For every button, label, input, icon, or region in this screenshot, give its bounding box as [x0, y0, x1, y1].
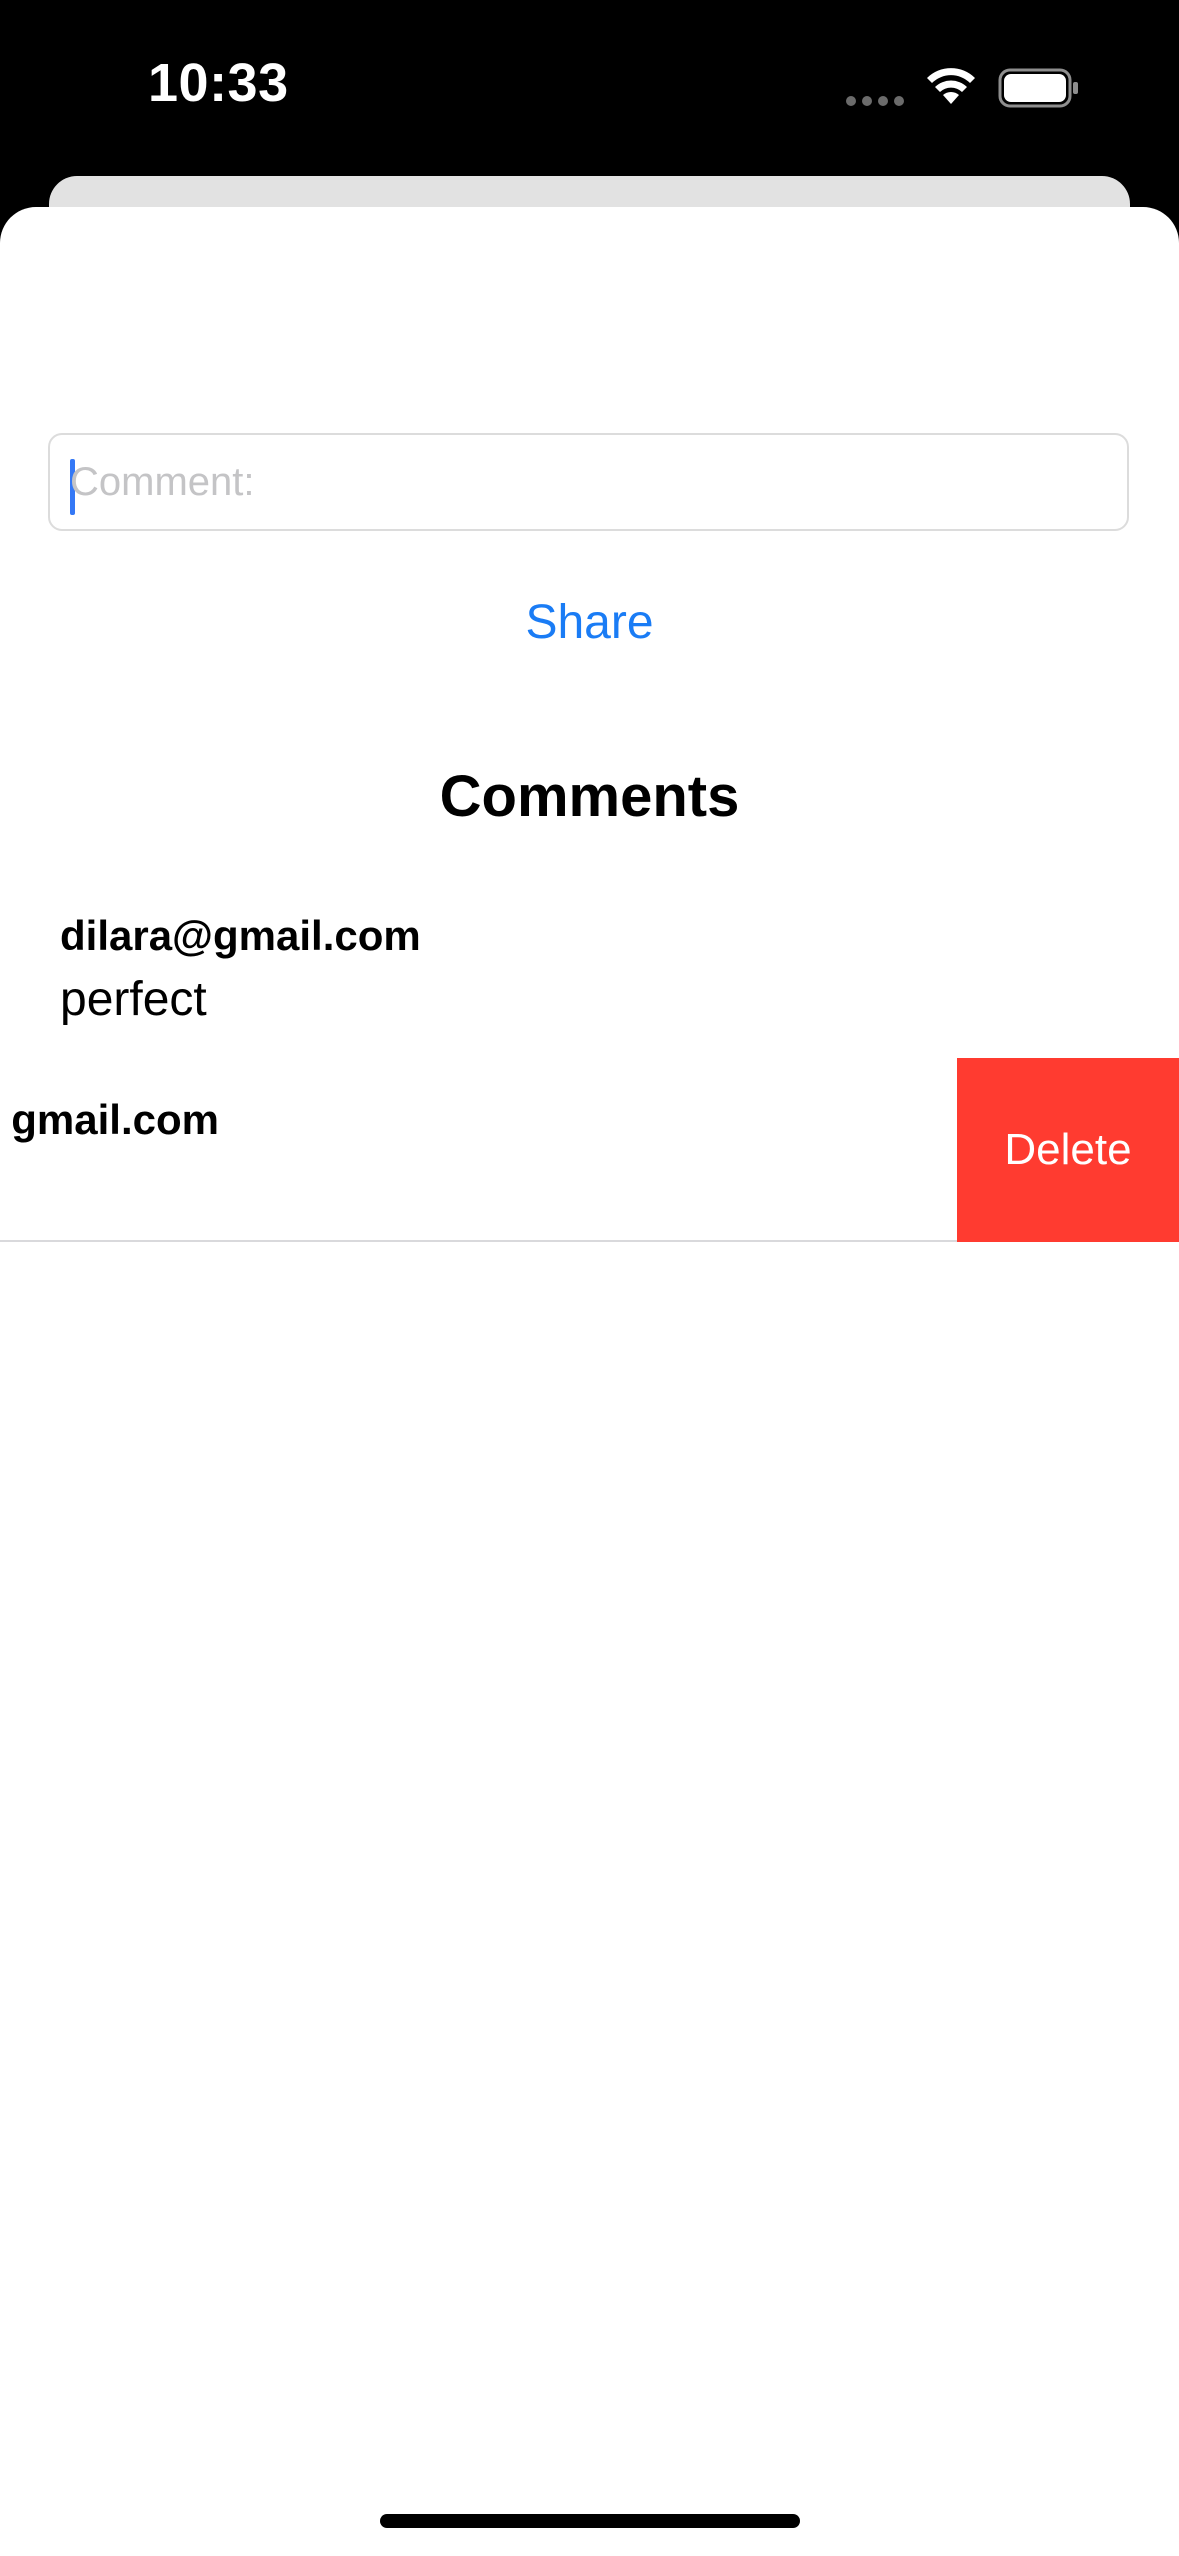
- wifi-icon: [927, 68, 975, 104]
- battery-icon: [998, 68, 1078, 108]
- comment-text: perfect: [60, 973, 207, 1026]
- cellular-signal-icon: [846, 96, 904, 106]
- home-indicator[interactable]: [380, 2514, 800, 2528]
- screen: 10:33 Share Comments dilara@gmail.com pe…: [0, 0, 1179, 2556]
- comment-row[interactable]: dilara@gmail.com perfect: [0, 876, 1179, 1058]
- comments-sheet: Share Comments: [0, 207, 1179, 2556]
- share-button[interactable]: Share: [0, 595, 1179, 650]
- row-separator: [0, 1240, 957, 1242]
- comment-author: gmail.com: [11, 1096, 219, 1143]
- delete-button[interactable]: Delete: [957, 1058, 1179, 1242]
- status-time: 10:33: [148, 53, 289, 113]
- comment-author: dilara@gmail.com: [60, 912, 421, 959]
- comment-input[interactable]: [70, 435, 1110, 529]
- comment-field[interactable]: [48, 433, 1129, 531]
- comments-title: Comments: [439, 764, 740, 829]
